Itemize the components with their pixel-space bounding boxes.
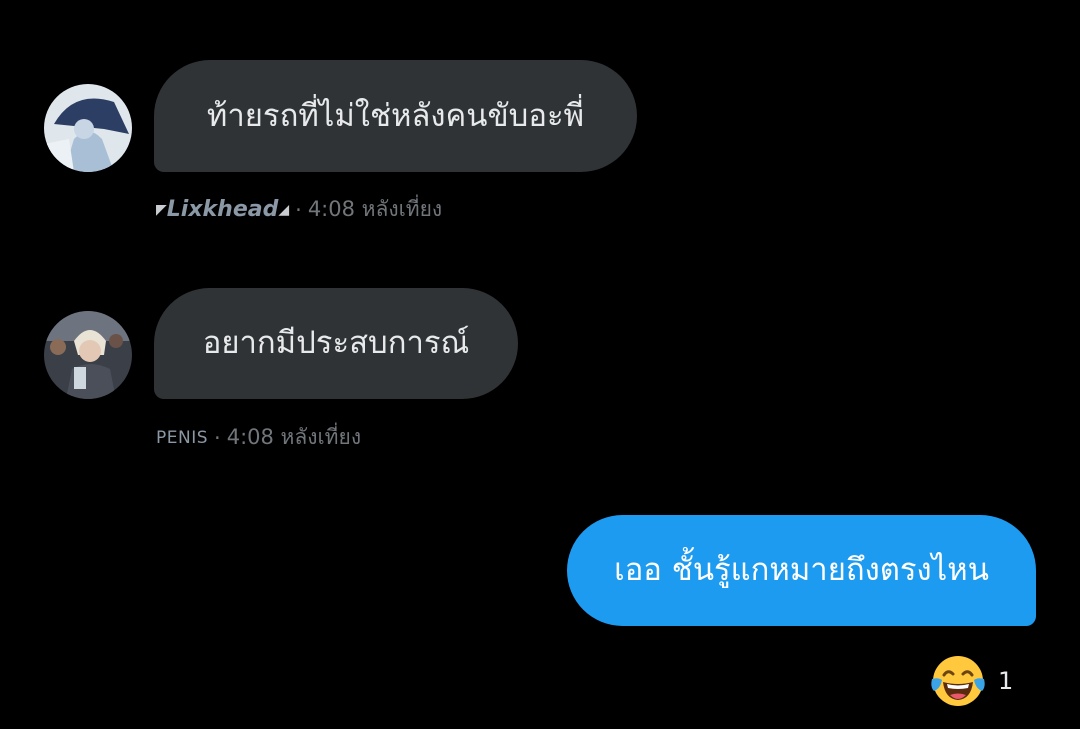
- sender-avatar[interactable]: [44, 311, 132, 399]
- message-bubble[interactable]: อยากมีประสบการณ์: [154, 288, 518, 399]
- sender-prefix-glyph: ◤: [156, 201, 167, 218]
- meta-separator: ·: [214, 425, 221, 450]
- reaction-count: 1: [998, 667, 1014, 695]
- sender-name[interactable]: PENIS: [156, 428, 208, 448]
- avatar-photo-icon: [44, 84, 132, 172]
- sender-suffix-glyph: ◢: [278, 201, 290, 218]
- message-text: เออ ชั้นรู้แกหมายถึงตรงไหน: [614, 552, 989, 588]
- sender-avatar[interactable]: [44, 84, 132, 172]
- message-meta: ◤ Lixkhead ◢ · 4:08 หลังเที่ยง: [156, 193, 442, 226]
- message-meta: PENIS · 4:08 หลังเที่ยง: [156, 421, 361, 454]
- sender-name[interactable]: Lixkhead: [167, 197, 279, 222]
- message-text: อยากมีประสบการณ์: [202, 325, 470, 361]
- meta-separator: ·: [295, 197, 302, 222]
- message-bubble[interactable]: ท้ายรถที่ไม่ใช่หลังคนขับอะพี่: [154, 60, 637, 172]
- avatar-photo-icon: [44, 311, 132, 399]
- message-bubble-outgoing[interactable]: เออ ชั้นรู้แกหมายถึงตรงไหน: [567, 515, 1036, 626]
- message-text: ท้ายรถที่ไม่ใช่หลังคนขับอะพี่: [206, 97, 585, 134]
- message-reaction[interactable]: 1: [930, 653, 1013, 709]
- message-time: 4:08 หลังเที่ยง: [307, 197, 443, 221]
- face-with-tears-of-joy-icon: [931, 656, 985, 706]
- message-time: 4:08 หลังเที่ยง: [226, 425, 362, 449]
